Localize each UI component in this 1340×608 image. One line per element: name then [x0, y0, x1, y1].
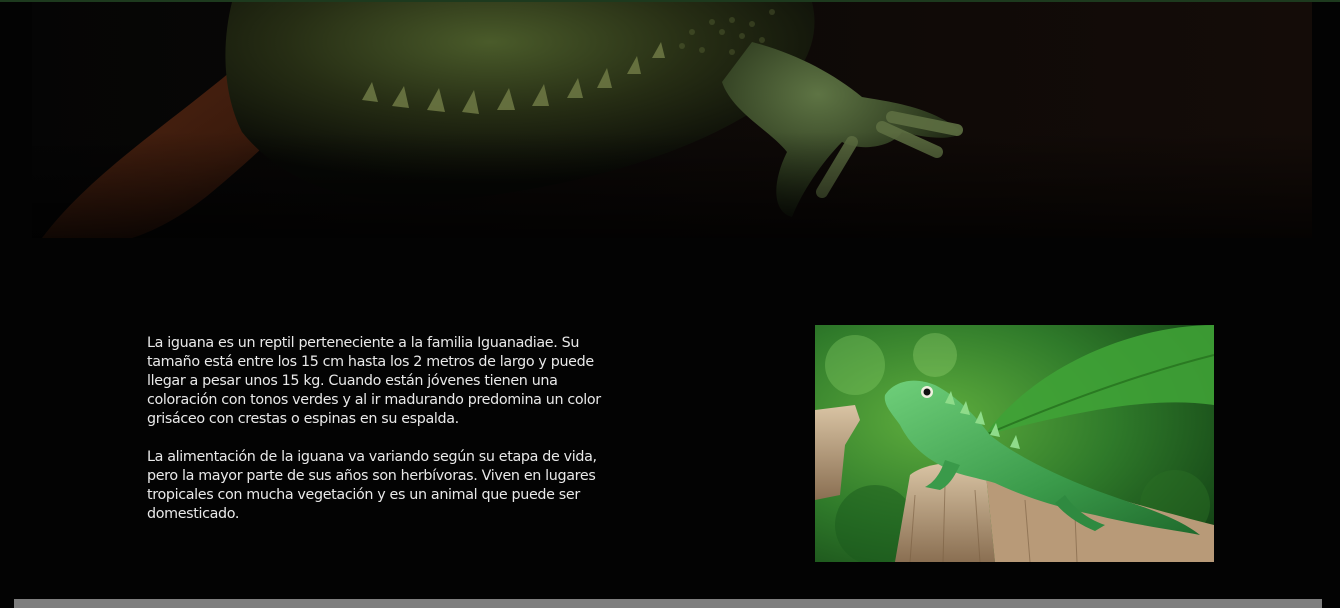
article-text: La iguana es un reptil perteneciente a l… — [147, 334, 617, 543]
iguana-photo — [815, 325, 1214, 562]
page: La iguana es un reptil perteneciente a l… — [0, 0, 1340, 608]
article-paragraph-1: La iguana es un reptil perteneciente a l… — [147, 335, 601, 427]
article-section: La iguana es un reptil perteneciente a l… — [0, 238, 1340, 598]
hero-banner-image — [32, 2, 1312, 238]
bottom-scroll-bar — [14, 599, 1322, 608]
article-paragraph-2: La alimentación de la iguana va variando… — [147, 449, 597, 522]
